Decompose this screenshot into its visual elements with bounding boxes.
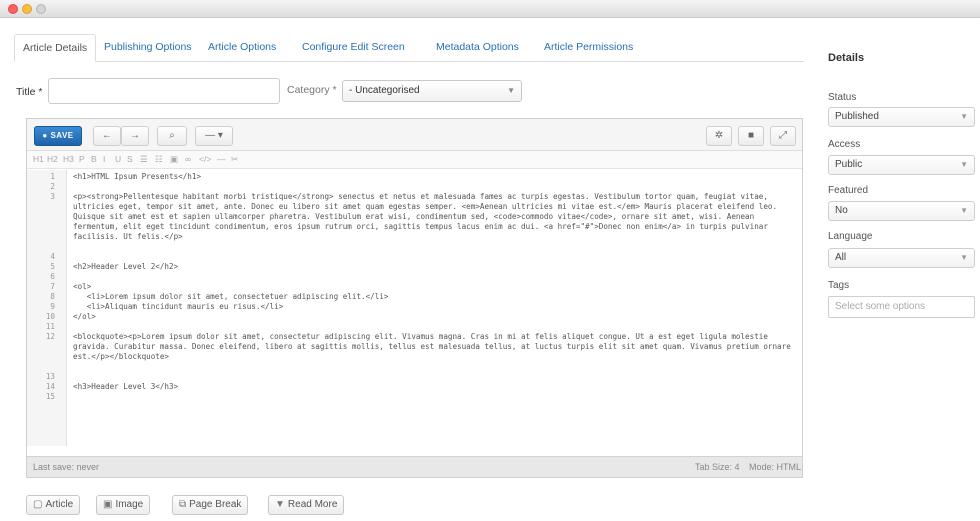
category-select[interactable]: - Uncategorised ▼ [342,80,522,102]
window-titlebar [0,0,980,18]
tab-article-details[interactable]: Article Details [14,34,97,62]
file-icon: ▢ [33,499,43,510]
language-select-value: All [835,252,847,263]
heading1-icon[interactable]: H1 [33,154,44,164]
details-heading: Details [828,52,865,64]
copy-icon: ⧉ [179,499,187,510]
category-select-value: - Uncategorised [349,85,420,96]
category-label: Category * [287,84,337,96]
code-icon[interactable]: </> [199,154,211,164]
link-icon[interactable]: ∞ [185,154,191,164]
cut-icon[interactable]: ✂ [231,154,238,165]
expand-icon: ⤢ [779,130,787,141]
featured-select[interactable]: No ▼ [828,201,975,221]
ordered-list-icon[interactable]: ☷ [155,154,163,165]
italic-icon[interactable]: I [103,154,105,164]
window-zoom-button[interactable] [36,4,46,14]
status-select-value: Published [835,111,879,122]
featured-label: Featured [828,185,869,196]
page-break-button[interactable]: ⧉ Page Break [172,495,249,515]
last-save-status: Last save: never [33,462,100,472]
access-select[interactable]: Public ▼ [828,155,975,175]
insert-dropdown-button[interactable]: — ▾ [195,126,233,146]
article-button-label: Article [45,499,74,510]
preview-button[interactable]: ■ [738,126,764,146]
code-area[interactable]: 1 <h1>HTML Ipsum Presents</h1> 2 3 <p><str… [27,170,802,446]
paragraph-icon[interactable]: P [79,154,85,164]
strike-icon[interactable]: S [127,154,133,164]
read-more-button-label: Read More [287,499,338,510]
search-button[interactable]: ⌕ [157,126,187,146]
tags-label: Tags [828,280,850,291]
tab-size-indicator[interactable]: Tab Size: 4 [695,457,740,477]
title-input[interactable] [48,78,280,104]
horizontal-rule-icon: — ▾ [205,130,223,141]
undo-button[interactable]: ← [93,126,121,146]
window-minimize-button[interactable] [22,4,32,14]
save-button-label: SAVE [50,131,74,140]
read-more-button[interactable]: ▼ Read More [268,495,345,515]
tab-article-permissions[interactable]: Article Permissions [536,34,641,62]
code-editor: ● SAVE ← → ⌕ — ▾ ✲ ■ ⤢ H1 H2 H3 P B I U … [26,118,803,478]
access-select-value: Public [835,159,863,170]
settings-button[interactable]: ✲ [706,126,732,146]
chevron-down-icon: ▼ [960,206,968,215]
image-icon[interactable]: ▣ [170,154,178,165]
redo-icon: → [130,130,140,141]
editor-statusbar: Last save: never Tab Size: 4 Mode: HTML [27,456,802,477]
arrow-down-icon: ▼ [275,499,285,510]
editor-toolbar: ● SAVE ← → ⌕ — ▾ ✲ ■ ⤢ [27,119,802,151]
tags-input[interactable]: Select some options [828,296,975,318]
page-break-button-label: Page Break [189,499,242,510]
status-select[interactable]: Published ▼ [828,107,975,127]
article-button[interactable]: ▢ Article [26,495,81,515]
chevron-down-icon: ▼ [960,160,968,169]
mode-indicator[interactable]: Mode: HTML [749,457,801,477]
tab-article-options[interactable]: Article Options [200,34,284,62]
save-button[interactable]: ● SAVE [34,126,82,146]
image-button-label: Image [115,499,144,510]
save-icon: ● [42,131,48,140]
article-tabs: Article Details Publishing Options Artic… [14,34,804,62]
format-toolbar: H1 H2 H3 P B I U S ☰ ☷ ▣ ∞ </> — ✂ [27,151,802,169]
chevron-down-icon: ▼ [960,112,968,121]
status-label: Status [828,92,857,103]
horizontal-rule-icon[interactable]: — [217,154,226,164]
tab-configure-edit-screen[interactable]: Configure Edit Screen [294,34,413,62]
undo-icon: ← [102,130,112,141]
fullscreen-button[interactable]: ⤢ [770,126,796,146]
underline-icon[interactable]: U [115,154,121,164]
unordered-list-icon[interactable]: ☰ [140,154,148,165]
language-label: Language [828,231,873,242]
chevron-down-icon: ▼ [507,86,515,95]
tab-metadata-options[interactable]: Metadata Options [428,34,527,62]
language-select[interactable]: All ▼ [828,248,975,268]
title-label: Title * [16,86,43,98]
camera-icon: ■ [747,130,755,141]
picture-icon: ▣ [103,499,113,510]
tab-publishing-options[interactable]: Publishing Options [96,34,200,62]
featured-select-value: No [835,205,848,216]
redo-button[interactable]: → [121,126,149,146]
access-label: Access [828,139,861,150]
search-icon: ⌕ [169,130,175,141]
heading2-icon[interactable]: H2 [47,154,58,164]
image-button[interactable]: ▣ Image [96,495,151,515]
window-close-button[interactable] [8,4,18,14]
chevron-down-icon: ▼ [960,253,968,262]
gear-icon: ✲ [714,130,724,141]
bold-icon[interactable]: B [91,154,97,164]
heading3-icon[interactable]: H3 [63,154,74,164]
